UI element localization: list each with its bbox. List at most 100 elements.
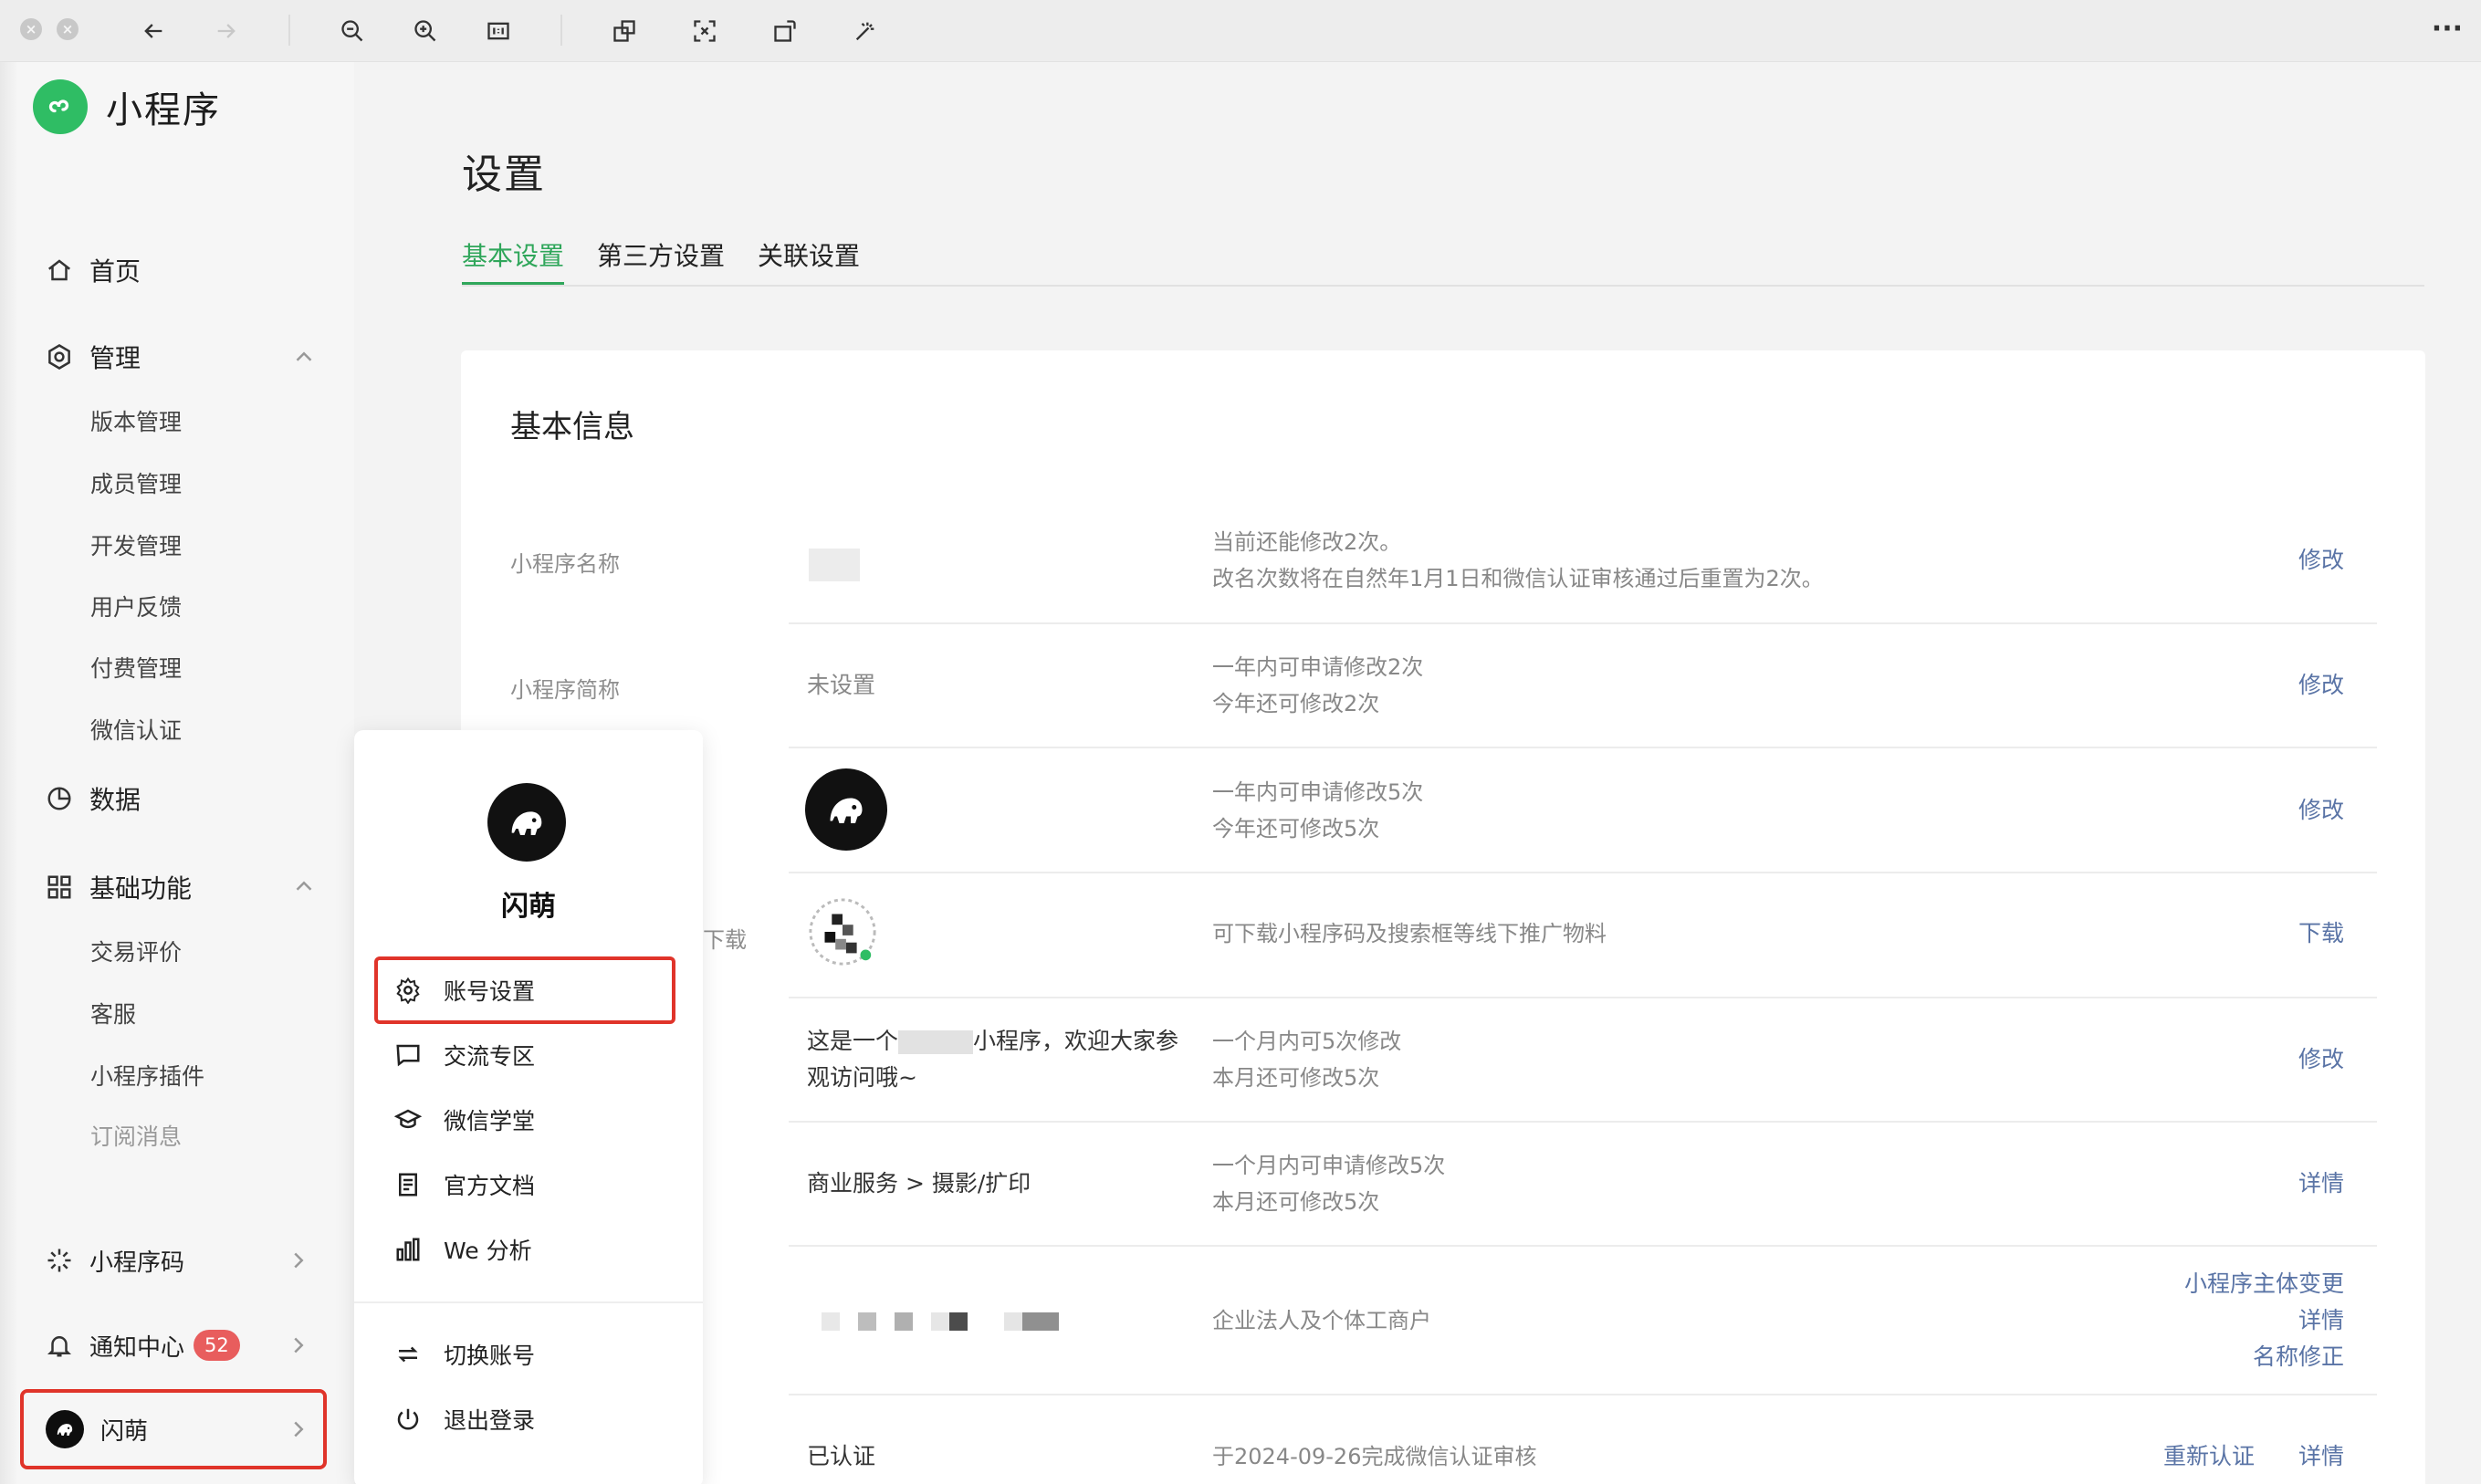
menu-item-label: We 分析 (444, 1238, 532, 1264)
brand[interactable]: 小程序 (33, 78, 221, 136)
chevron-right-icon[interactable] (285, 1332, 312, 1359)
edit-avatar-link[interactable]: 修改 (2298, 792, 2344, 829)
category-detail-link[interactable]: 详情 (2298, 1165, 2344, 1202)
entity-change-link[interactable]: 小程序主体变更 (2184, 1266, 2344, 1302)
blurred-entity (949, 1312, 968, 1331)
notification-count-badge: 52 (194, 1330, 240, 1361)
description-value-line2: 观访问哦~ (807, 1064, 917, 1091)
menu-item-label: 退出登录 (444, 1407, 536, 1434)
popup-account-name: 闪萌 (501, 891, 556, 923)
section-title: 基本信息 (510, 409, 634, 445)
pie-chart-icon (44, 783, 75, 814)
sidebar-account-button[interactable]: 闪萌 (20, 1389, 327, 1469)
sidebar-subitem-members[interactable]: 成员管理 (90, 466, 182, 503)
edit-name-link[interactable]: 修改 (2298, 542, 2344, 579)
tab-related-settings[interactable]: 关联设置 (758, 235, 860, 286)
actual-size-icon[interactable] (480, 13, 517, 49)
sidebar-item-home[interactable]: 首页 (44, 248, 141, 292)
menu-item-logout[interactable]: 退出登录 (393, 1395, 535, 1443)
short-name-value: 未设置 (807, 672, 876, 698)
back-arrow-icon[interactable] (135, 13, 172, 49)
menu-item-community[interactable]: 交流专区 (393, 1031, 535, 1079)
sidebar-subitem-feedback[interactable]: 用户反馈 (90, 590, 182, 626)
magic-wand-icon[interactable] (847, 13, 884, 49)
sidebar-subitem-payment[interactable]: 付费管理 (90, 651, 182, 687)
toolbar-divider (288, 15, 290, 46)
row-divider (789, 747, 2377, 748)
description-text-start: 这是一个 (807, 1028, 899, 1054)
forward-arrow-icon[interactable] (208, 13, 245, 49)
row-divider (789, 872, 2377, 873)
field-note: 今年还可修改5次 (1212, 816, 1380, 841)
menu-item-we-analytics[interactable]: We 分析 (393, 1226, 532, 1273)
field-note: 一个月内可5次修改 (1212, 1029, 1402, 1054)
menu-item-label: 账号设置 (444, 978, 536, 1005)
crop-icon[interactable] (606, 13, 643, 49)
settings-tabs: 基本设置 第三方设置 关联设置 (462, 235, 893, 286)
field-note: 本月还可修改5次 (1212, 1189, 1380, 1215)
sidebar-item-data[interactable]: 数据 (44, 777, 141, 820)
sidebar-subitem-plugins[interactable]: 小程序插件 (90, 1059, 204, 1095)
sidebar-item-label: 首页 (89, 256, 141, 287)
menu-item-wechat-academy[interactable]: 微信学堂 (393, 1096, 535, 1144)
menu-item-account-settings[interactable]: 账号设置 (393, 967, 535, 1014)
ocr-scan-icon[interactable] (686, 13, 723, 49)
bell-icon (44, 1330, 75, 1361)
sidebar-item-basic-features[interactable]: 基础功能 (44, 865, 192, 909)
blurred-entity (931, 1312, 949, 1331)
download-link[interactable]: 下载 (2298, 915, 2344, 952)
miniprogram-logo-icon (33, 79, 88, 134)
entity-detail-link[interactable]: 详情 (2298, 1302, 2344, 1339)
sidebar-subitem-wechat-verify[interactable]: 微信认证 (90, 713, 182, 749)
chevron-up-icon[interactable] (290, 343, 318, 371)
toolbar-divider (560, 15, 562, 46)
blurred-entity (1022, 1312, 1059, 1331)
menu-item-switch-account[interactable]: 切换账号 (393, 1331, 535, 1378)
field-note: 本月还可修改5次 (1212, 1065, 1380, 1091)
sidebar-item-notifications[interactable]: 通知中心 52 (44, 1323, 240, 1367)
zoom-out-icon[interactable] (334, 13, 371, 49)
sidebar-subitem-customer-service[interactable]: 客服 (90, 997, 136, 1033)
edit-description-link[interactable]: 修改 (2298, 1041, 2344, 1078)
brand-title: 小程序 (106, 89, 221, 131)
sidebar-subitem-subscriptions[interactable]: 订阅消息 (90, 1119, 182, 1155)
sidebar-item-qrcode[interactable]: 小程序码 (44, 1238, 184, 1282)
field-label-name: 小程序名称 (510, 551, 620, 577)
tab-third-party-settings[interactable]: 第三方设置 (597, 235, 725, 286)
field-note: 一年内可申请修改5次 (1212, 779, 1424, 805)
viewer-toolbar: × × ··· (0, 0, 2481, 62)
chevron-right-icon[interactable] (285, 1247, 312, 1274)
home-icon (44, 255, 75, 286)
close-window-icon[interactable]: × (20, 18, 42, 40)
chat-bubble-icon (393, 1040, 424, 1071)
reverify-link[interactable]: 重新认证 (2163, 1438, 2255, 1475)
tab-basic-settings[interactable]: 基本设置 (462, 235, 565, 286)
account-popup-menu: 闪萌 账号设置 交流专区 微信学堂 官方文档 We 分析 切换账号 退出登录 (354, 730, 703, 1484)
minimize-window-icon[interactable]: × (57, 18, 79, 40)
row-divider (789, 1121, 2377, 1123)
verification-status: 已认证 (807, 1443, 876, 1469)
rotate-icon[interactable] (767, 13, 803, 49)
blurred-entity (822, 1312, 840, 1331)
field-note: 于2024-09-26完成微信认证审核 (1212, 1444, 1537, 1469)
qrcode-image (807, 896, 878, 967)
tabs-divider (462, 285, 2424, 287)
zoom-in-icon[interactable] (407, 13, 444, 49)
more-options-icon[interactable]: ··· (2432, 13, 2463, 45)
app-window: × × ··· 小程序 首页 管理 版本管理 成员管理 开发管理 用户反馈 付费… (0, 0, 2481, 1484)
chevron-right-icon (294, 1421, 304, 1437)
menu-item-label: 交流专区 (444, 1043, 536, 1070)
menu-item-docs[interactable]: 官方文档 (393, 1161, 535, 1208)
sidebar-item-manage[interactable]: 管理 (44, 335, 141, 379)
verify-detail-link[interactable]: 详情 (2298, 1438, 2344, 1475)
edit-short-name-link[interactable]: 修改 (2298, 667, 2344, 704)
row-divider (789, 1394, 2377, 1395)
name-correction-link[interactable]: 名称修正 (2253, 1339, 2344, 1375)
sidebar-subitem-version[interactable]: 版本管理 (90, 404, 182, 441)
field-note: 企业法人及个体工商户 (1212, 1308, 1431, 1333)
blurred-entity (1004, 1312, 1022, 1331)
sidebar-subitem-reviews[interactable]: 交易评价 (90, 935, 182, 971)
blurred-entity (858, 1312, 876, 1331)
sidebar-subitem-dev[interactable]: 开发管理 (90, 528, 182, 565)
chevron-up-icon[interactable] (290, 873, 318, 900)
